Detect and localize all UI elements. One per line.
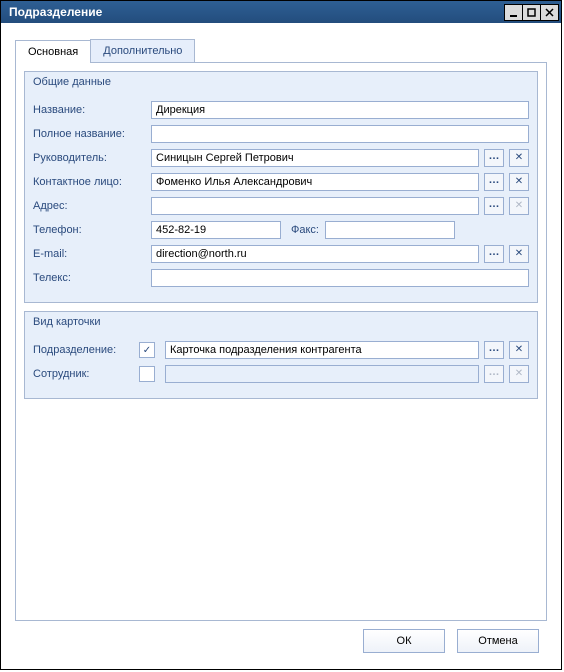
label-name: Название: — [33, 104, 145, 116]
button-bar: ОК Отмена — [9, 621, 553, 661]
row-name: Название: — [33, 98, 529, 122]
clear-email-button[interactable] — [509, 245, 529, 263]
lookup-contact-button[interactable] — [484, 173, 504, 191]
minimize-button[interactable] — [504, 4, 523, 21]
maximize-button[interactable] — [523, 4, 541, 21]
row-card-employee: Сотрудник: — [33, 362, 529, 386]
clear-address-button[interactable] — [509, 197, 529, 215]
clear-head-button[interactable] — [509, 149, 529, 167]
label-telex: Телекс: — [33, 272, 145, 284]
input-head[interactable] — [151, 149, 479, 167]
input-address[interactable] — [151, 197, 479, 215]
lookup-card-employee-button — [484, 365, 504, 383]
clear-contact-button[interactable] — [509, 173, 529, 191]
input-fax[interactable] — [325, 221, 455, 239]
lookup-address-button[interactable] — [484, 197, 504, 215]
group-general: Общие данные Название: Полное название: … — [24, 71, 538, 303]
group-card: Вид карточки Подразделение: Сотрудник: — [24, 311, 538, 399]
input-contact[interactable] — [151, 173, 479, 191]
label-fax: Факс: — [287, 224, 319, 236]
tab-extra[interactable]: Дополнительно — [90, 39, 195, 62]
label-card-employee: Сотрудник: — [33, 368, 133, 380]
ok-button[interactable]: ОК — [363, 629, 445, 653]
close-button[interactable] — [541, 4, 559, 21]
titlebar: Подразделение — [1, 1, 561, 23]
row-contact: Контактное лицо: — [33, 170, 529, 194]
check-card-department[interactable] — [139, 342, 155, 358]
input-name[interactable] — [151, 101, 529, 119]
clear-card-employee-button — [509, 365, 529, 383]
label-phone: Телефон: — [33, 224, 145, 236]
lookup-head-button[interactable] — [484, 149, 504, 167]
check-card-employee[interactable] — [139, 366, 155, 382]
row-telex: Телекс: — [33, 266, 529, 290]
clear-card-department-button[interactable] — [509, 341, 529, 359]
label-contact: Контактное лицо: — [33, 176, 145, 188]
label-address: Адрес: — [33, 200, 145, 212]
lookup-card-department-button[interactable] — [484, 341, 504, 359]
row-card-department: Подразделение: — [33, 338, 529, 362]
input-fullname[interactable] — [151, 125, 529, 143]
label-email: E-mail: — [33, 248, 145, 260]
input-telex[interactable] — [151, 269, 529, 287]
row-phone: Телефон: Факс: — [33, 218, 529, 242]
group-general-title: Общие данные — [33, 76, 111, 88]
tab-strip: Основная Дополнительно — [15, 39, 547, 63]
window: Подразделение Основная Дополнительно Общ… — [0, 0, 562, 670]
window-title: Подразделение — [9, 5, 504, 19]
cancel-button[interactable]: Отмена — [457, 629, 539, 653]
input-card-department[interactable] — [165, 341, 479, 359]
label-fullname: Полное название: — [33, 128, 145, 140]
label-head: Руководитель: — [33, 152, 145, 164]
input-email[interactable] — [151, 245, 479, 263]
tab-main[interactable]: Основная — [15, 40, 91, 63]
input-card-employee — [165, 365, 479, 383]
lookup-email-button[interactable] — [484, 245, 504, 263]
row-address: Адрес: — [33, 194, 529, 218]
row-head: Руководитель: — [33, 146, 529, 170]
input-phone[interactable] — [151, 221, 281, 239]
row-fullname: Полное название: — [33, 122, 529, 146]
tab-page-main: Общие данные Название: Полное название: … — [15, 63, 547, 621]
row-email: E-mail: — [33, 242, 529, 266]
group-card-title: Вид карточки — [33, 316, 100, 328]
label-card-department: Подразделение: — [33, 344, 133, 356]
client-area: Основная Дополнительно Общие данные Назв… — [1, 23, 561, 669]
